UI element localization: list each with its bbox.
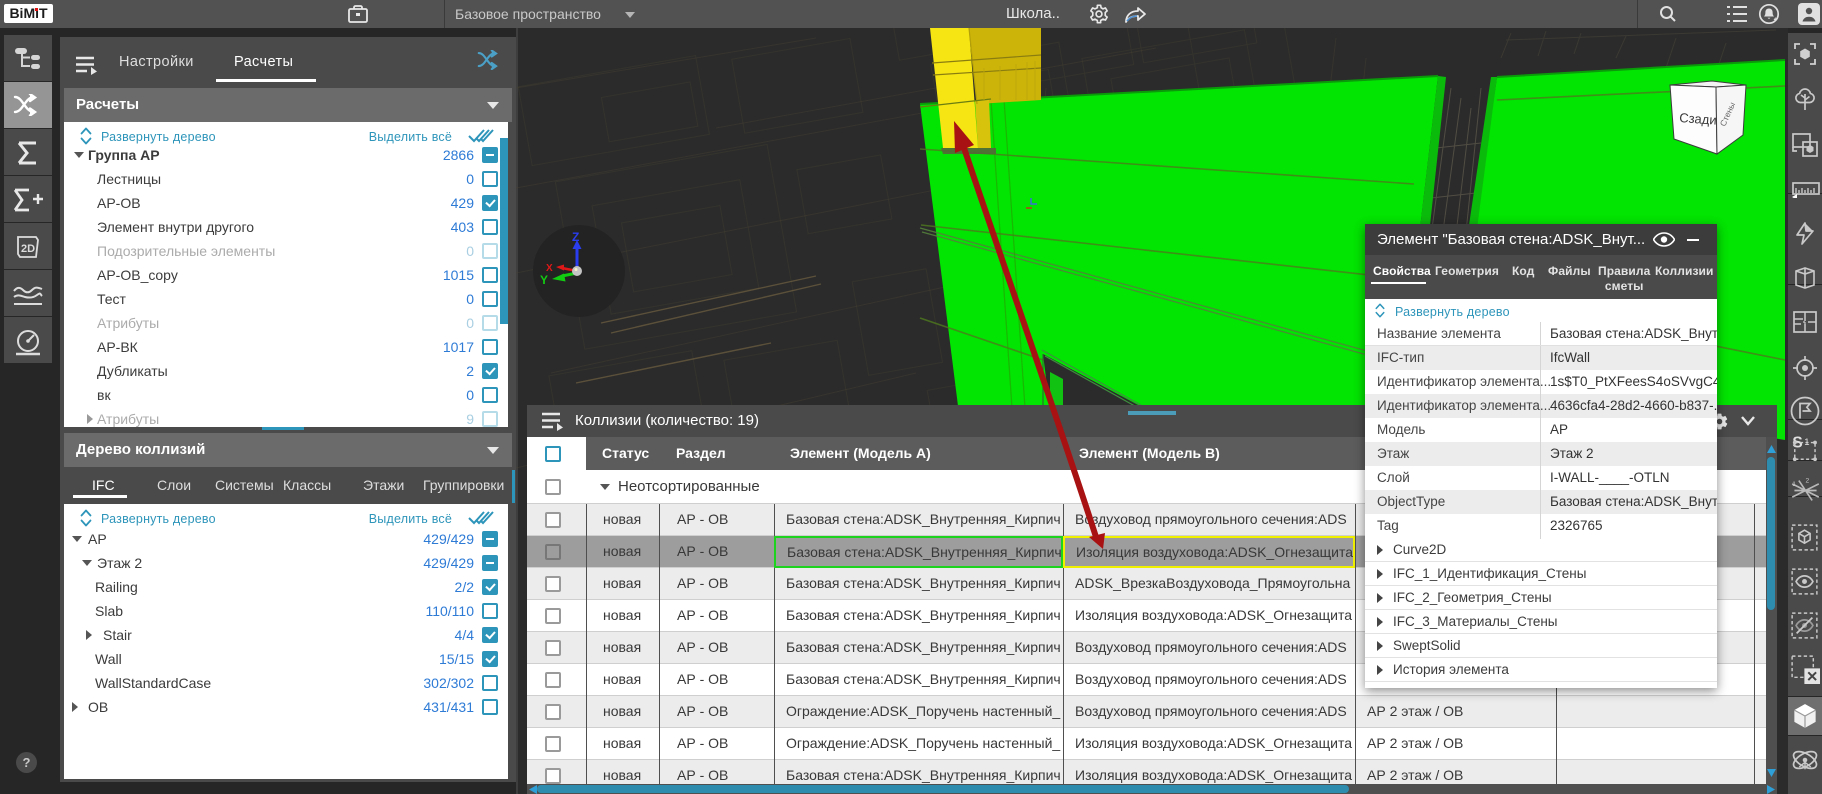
svg-text:1: 1 [1792,481,1796,488]
svg-text:Z: Z [572,230,579,244]
svg-text:Сзади: Сзади [1679,110,1717,128]
svg-text:Y: Y [540,273,548,287]
svg-text:2: 2 [1806,478,1810,485]
svg-text:2D: 2D [21,243,35,255]
